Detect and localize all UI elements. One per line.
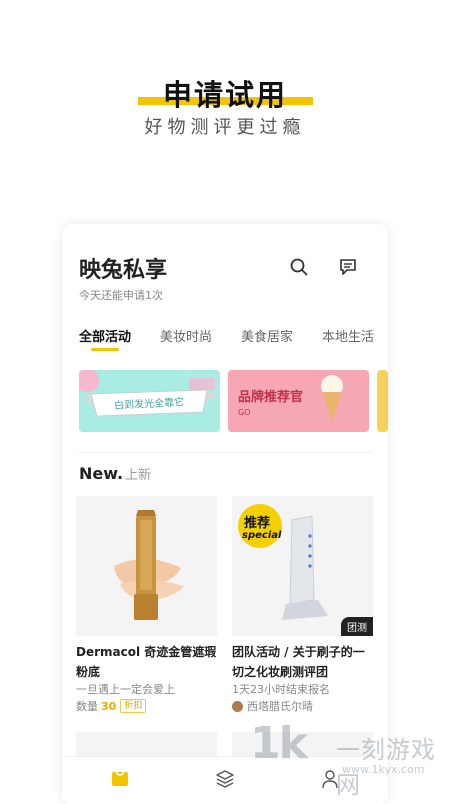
new-subtitle-text: 上新 [125,468,152,483]
trial-card: 映兔私享 今天还能申请1次 全部活动 美妆时尚 美食居家 本地生活 白到发光全靠… [62,224,388,804]
new-section-title: New. 上新 [79,464,151,483]
home-icon[interactable] [108,767,132,791]
apply-remaining-text: 今天还能申请1次 [79,289,163,302]
card-title: 映兔私享 [79,258,168,283]
product-card-next[interactable] [76,732,217,756]
new-title-text: New. [79,464,124,483]
product-image [76,496,217,636]
tab-local-life[interactable]: 本地生活 [322,326,374,345]
quantity-value: 30 [101,699,117,713]
active-tab-indicator [91,348,119,351]
banner-whitening[interactable]: 白到发光全靠它 [79,370,220,432]
tab-beauty-fashion[interactable]: 美妆时尚 [160,326,212,345]
author-name: 西塔腊氏尔晴 [247,700,313,713]
product-quantity-row: 数量 30 折扣 [76,698,147,714]
banner-brand-recommender[interactable]: 品牌推荐官 GO [228,370,369,432]
hero-header: 申请试用 好物测评更过瘾 [0,0,450,220]
layers-icon[interactable] [213,767,237,791]
discount-tag: 折扣 [120,699,147,713]
category-tabs: 全部活动 美妆时尚 美食居家 本地生活 [79,326,388,356]
foundation-tube-art [76,496,217,636]
profile-icon[interactable] [318,767,342,791]
tab-food-home[interactable]: 美食居家 [241,326,293,345]
special-sticker-text: special [242,530,282,541]
banner-next-peek[interactable] [377,370,388,432]
section-divider [79,452,371,453]
banner-go-text: GO [238,408,251,417]
banner-brand-text: 品牌推荐官 [238,390,304,405]
recommend-sticker-text: 推荐 [244,516,271,531]
message-icon[interactable] [337,256,359,278]
page-subtitle: 好物测评更过瘾 [144,117,306,138]
bottom-nav [62,756,388,804]
page-title: 申请试用 [162,78,287,112]
product-name: 团队活动 / 关于刷子的一切之化妆刷测评团 [232,645,365,679]
tab-all-activities[interactable]: 全部活动 [79,326,131,345]
search-icon[interactable] [288,256,310,278]
product-desc: 一旦遇上一定会爱上 [76,683,175,696]
product-name: Dermacol 奇迹金管遮瑕粉底 [76,645,217,679]
signup-deadline: 1天23小时结束报名 [232,683,330,696]
product-card-next[interactable] [232,732,373,756]
author-avatar [232,700,243,712]
quantity-label: 数量 [76,700,98,713]
product-image: 推荐 special 团测 [232,496,373,636]
group-test-badge: 团测 [341,617,373,636]
product-author-row: 西塔腊氏尔晴 [232,698,313,714]
